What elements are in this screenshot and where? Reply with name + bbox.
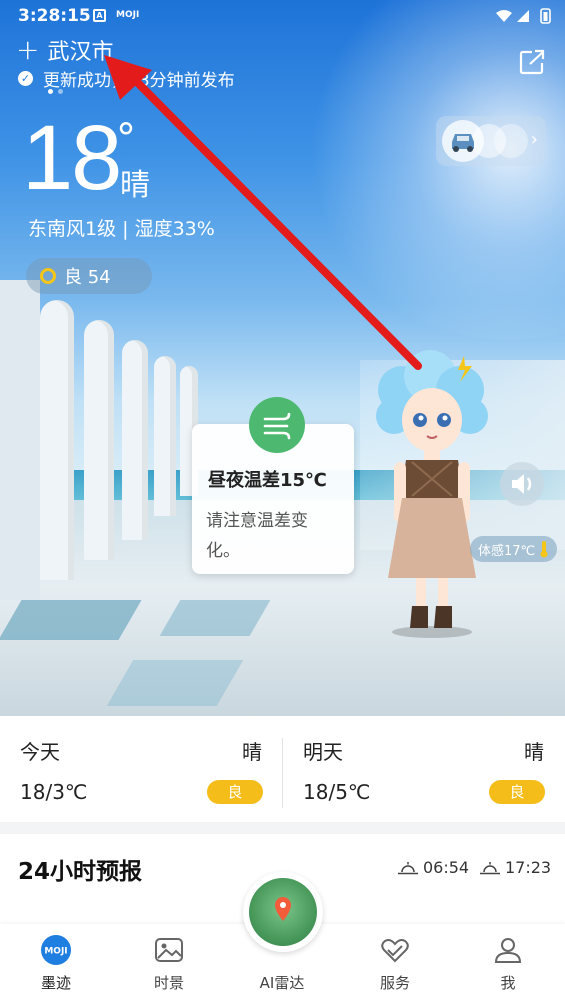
page-dot bbox=[58, 89, 63, 94]
nav-label: 时景 bbox=[153, 974, 184, 992]
speaker-icon bbox=[512, 474, 532, 494]
image-icon bbox=[155, 938, 183, 962]
car-icon bbox=[452, 134, 474, 152]
nav-item-moji[interactable]: MOJI 墨迹 bbox=[16, 924, 96, 1004]
day-name: 今天 bbox=[20, 740, 60, 764]
sunset: 17:23 bbox=[480, 858, 551, 877]
share-icon[interactable] bbox=[518, 48, 546, 76]
today-forecast[interactable]: 今天 晴 18/3℃ 良 bbox=[0, 716, 282, 822]
user-icon bbox=[494, 938, 522, 963]
update-status-row: ✓ 更新成功，53分钟前发布 bbox=[18, 66, 235, 91]
arch-pillar bbox=[84, 320, 114, 560]
location-pin-icon bbox=[275, 897, 291, 921]
update-status-text: 更新成功，53分钟前发布 bbox=[43, 71, 235, 91]
moji-logo-text: MOJI bbox=[44, 947, 67, 957]
current-temperature: 18 bbox=[22, 107, 122, 209]
city-selector[interactable]: + 武汉市 bbox=[16, 34, 113, 66]
nav-label: 服务 bbox=[379, 974, 410, 992]
tip-title: 昼夜温差15℃ bbox=[208, 470, 327, 491]
nav-item-me[interactable]: 我 bbox=[468, 924, 548, 1004]
wind-tip-icon bbox=[249, 397, 305, 453]
aqi-value: 良 54 bbox=[64, 267, 111, 288]
app-a-icon: A bbox=[93, 9, 106, 22]
day-condition: 晴 bbox=[524, 740, 544, 764]
feels-like-text: 体感17℃ bbox=[478, 543, 536, 559]
aqi-pill[interactable]: 良 54 bbox=[26, 258, 152, 294]
page-dot-active bbox=[48, 89, 53, 94]
traffic-card[interactable]: › bbox=[436, 116, 546, 166]
current-condition: 晴 bbox=[120, 168, 150, 203]
feels-like-badge: 体感17℃ bbox=[470, 536, 558, 562]
city-name[interactable]: 武汉市 bbox=[47, 34, 113, 66]
add-city-icon[interactable]: + bbox=[16, 36, 39, 64]
weather-avatar[interactable] bbox=[372, 350, 490, 640]
signal-wifi-battery-icon bbox=[496, 8, 551, 24]
chevron-right-icon: › bbox=[530, 129, 538, 150]
day-condition: 晴 bbox=[242, 740, 262, 764]
daily-forecast: 今天 晴 18/3℃ 良 明天 晴 18/5℃ 良 bbox=[0, 716, 565, 822]
day-name: 明天 bbox=[303, 740, 343, 764]
wind-lines-icon bbox=[263, 412, 291, 440]
car-avatar bbox=[442, 120, 484, 162]
day-temperature: 18/5℃ bbox=[303, 780, 371, 804]
sunset-icon bbox=[480, 861, 500, 874]
arch-pillar bbox=[154, 356, 176, 516]
tomorrow-forecast[interactable]: 明天 晴 18/5℃ 良 bbox=[283, 716, 565, 822]
status-bar: 3:28:15 A MOJI bbox=[0, 0, 565, 32]
arch-pillar bbox=[122, 340, 148, 540]
left-wall bbox=[0, 280, 40, 600]
sunrise-time: 06:54 bbox=[423, 858, 470, 877]
floor-tile bbox=[0, 600, 142, 640]
degree-symbol: ° bbox=[116, 116, 136, 162]
status-time: 3:28:15 bbox=[18, 6, 91, 26]
aqi-ring-icon bbox=[40, 268, 56, 284]
check-icon: ✓ bbox=[18, 71, 33, 86]
nav-label: 我 bbox=[500, 974, 516, 992]
moji-logo-icon: MOJI bbox=[41, 935, 71, 965]
thermometer-icon bbox=[540, 541, 548, 558]
sunrise: 06:54 bbox=[398, 858, 469, 877]
aqi-badge: 良 bbox=[489, 780, 545, 804]
tip-body: 请注意温差变化。 bbox=[206, 511, 308, 561]
nav-label: 墨迹 bbox=[40, 974, 71, 992]
moji-status-icon: MOJI bbox=[116, 10, 140, 20]
nav-item-services[interactable]: 服务 bbox=[355, 924, 435, 1004]
nav-item-scenery[interactable]: 时景 bbox=[129, 924, 209, 1004]
heart-hands-icon bbox=[381, 939, 409, 963]
radar-map-icon bbox=[249, 878, 317, 946]
weather-hero: 3:28:15 A MOJI + 武汉市 ✓ 更新成功，53分钟前发布 18 °… bbox=[0, 0, 565, 716]
sunrise-icon bbox=[398, 861, 418, 874]
volume-button[interactable] bbox=[500, 462, 544, 506]
sunset-time: 17:23 bbox=[505, 858, 552, 877]
arch-pillar bbox=[40, 300, 74, 580]
wind-humidity: 东南风1级 | 湿度33% bbox=[28, 218, 215, 240]
aqi-badge: 良 bbox=[207, 780, 263, 804]
day-temperature: 18/3℃ bbox=[20, 780, 88, 804]
ai-radar-button[interactable] bbox=[243, 872, 323, 952]
nav-label: AI雷达 bbox=[259, 974, 305, 992]
page-indicator bbox=[48, 89, 63, 94]
hourly-title: 24小时预报 bbox=[18, 859, 143, 885]
